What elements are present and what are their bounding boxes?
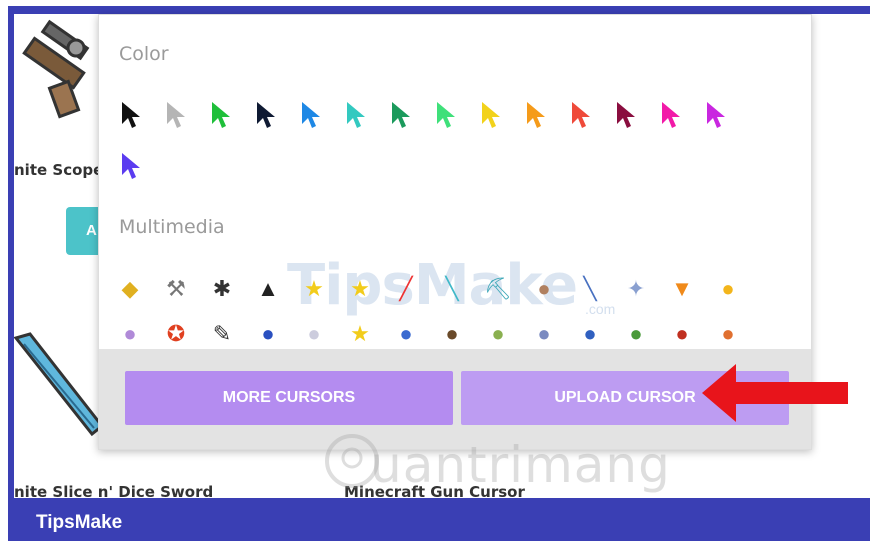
color-cursor-7[interactable] xyxy=(383,97,419,133)
hulk-icon[interactable]: ● xyxy=(617,315,655,353)
lightsaber-icon[interactable]: ╱ xyxy=(387,270,425,308)
mouse-icon[interactable]: ● xyxy=(525,315,563,353)
multimedia-row-1: ◆ ⚒ ✱ ▲ ★ ★ ╱ ╲ ⛏ ● ╲ ✦ ▼ ● xyxy=(111,270,747,308)
sword-image xyxy=(14,332,105,437)
color-cursor-15[interactable] xyxy=(113,148,149,184)
iron-man-2-icon[interactable]: ● xyxy=(709,315,747,353)
section-title-color: Color xyxy=(119,43,169,65)
rebel-icon[interactable]: ✪ xyxy=(157,315,195,353)
color-cursor-13[interactable] xyxy=(653,97,689,133)
ghost-icon[interactable]: ● xyxy=(295,315,333,353)
section-title-multimedia: Multimedia xyxy=(119,216,225,238)
jake-icon[interactable]: ● xyxy=(709,270,747,308)
pikachu-icon[interactable]: ★ xyxy=(295,270,333,308)
color-cursor-8[interactable] xyxy=(428,97,464,133)
color-cursor-row-1 xyxy=(113,97,734,133)
color-cursor-12[interactable] xyxy=(608,97,644,133)
footer-brand: TipsMake xyxy=(36,512,123,533)
sonic-icon[interactable]: ● xyxy=(249,315,287,353)
mr-t-icon[interactable]: ● xyxy=(433,315,471,353)
iron-man-icon[interactable]: ● xyxy=(663,315,701,353)
gremlin-icon[interactable]: ● xyxy=(525,270,563,308)
scope-gun-image xyxy=(22,19,90,119)
color-cursor-9[interactable] xyxy=(473,97,509,133)
spider-icon[interactable]: ✱ xyxy=(203,270,241,308)
pikachu-icon[interactable]: ★ xyxy=(341,315,379,353)
color-cursor-14[interactable] xyxy=(698,97,734,133)
stitch-icon[interactable]: ● xyxy=(387,315,425,353)
color-cursor-4[interactable] xyxy=(248,97,284,133)
pizza-icon[interactable]: ▼ xyxy=(663,270,701,308)
thor-hammer-icon[interactable]: ⚒ xyxy=(157,270,195,308)
yoda-icon[interactable]: ● xyxy=(479,315,517,353)
color-cursor-11[interactable] xyxy=(563,97,599,133)
minecraft-pickaxe-icon[interactable]: ⛏ xyxy=(479,270,517,308)
color-cursor-5[interactable] xyxy=(293,97,329,133)
red-arrow-annotation xyxy=(702,364,848,422)
color-cursor-row-2 xyxy=(113,148,149,184)
bg-apply-button[interactable]: A xyxy=(66,207,102,255)
color-cursor-3[interactable] xyxy=(203,97,239,133)
captain-america-icon[interactable]: ● xyxy=(571,315,609,353)
bg-item-title-scope[interactable]: nite Scope xyxy=(14,161,103,179)
quantrimang-watermark: uantrimang xyxy=(370,436,671,494)
robot-icon[interactable]: ✦ xyxy=(617,270,655,308)
color-cursor-2[interactable] xyxy=(158,97,194,133)
page: nite Scope A nite Slice n' Dice Sword Mi… xyxy=(0,0,870,541)
color-cursor-10[interactable] xyxy=(518,97,554,133)
lumpy-space-icon[interactable]: ● xyxy=(111,315,149,353)
pikachu-icon[interactable]: ★ xyxy=(341,270,379,308)
minecraft-sword-icon[interactable]: ╲ xyxy=(433,270,471,308)
wolverine-icon[interactable]: ◆ xyxy=(111,270,149,308)
frame-border-top xyxy=(8,6,870,14)
footer-bar xyxy=(8,498,870,541)
more-cursors-button[interactable]: MORE CURSORS xyxy=(125,371,453,425)
multimedia-row-2: ● ✪ ✎ ● ● ★ ● ● ● ● ● ● ● ● xyxy=(111,315,747,353)
batman-icon[interactable]: ▲ xyxy=(249,270,287,308)
knife-icon[interactable]: ╲ xyxy=(571,270,609,308)
color-cursor-1[interactable] xyxy=(113,97,149,133)
pen-icon[interactable]: ✎ xyxy=(203,315,241,353)
color-cursor-6[interactable] xyxy=(338,97,374,133)
